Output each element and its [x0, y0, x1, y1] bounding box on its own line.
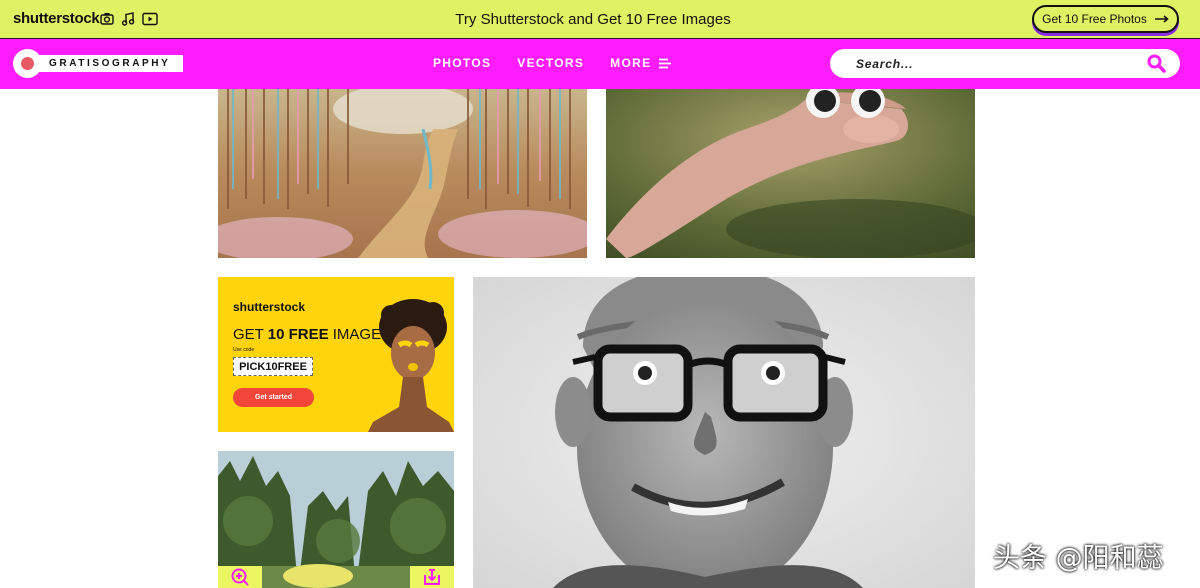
download-button[interactable] — [410, 566, 454, 588]
search-icon[interactable] — [1147, 54, 1166, 73]
logo-circle — [13, 49, 42, 78]
promo-bar: shutterstock Try Shutterstock and Get 10… — [0, 0, 1200, 39]
ad-use-code-label: Use code — [233, 347, 255, 353]
zoom-in-icon — [231, 568, 249, 586]
ad-headline-plain: GET — [233, 326, 268, 343]
download-icon — [424, 569, 440, 585]
nav-more-label: MORE — [610, 56, 652, 70]
photo-googly-eyes-hand[interactable] — [606, 89, 975, 258]
promo-message: Try Shutterstock and Get 10 Free Images — [455, 11, 731, 28]
search-box — [830, 49, 1180, 78]
search-input[interactable] — [854, 55, 1147, 72]
get-free-photos-label: Get 10 Free Photos — [1042, 12, 1147, 26]
main-nav: GRATISOGRAPHY PHOTOS VECTORS MORE — [0, 39, 1200, 89]
photo-man-portrait[interactable] — [473, 277, 975, 588]
ad-promo-code: PICK10FREE — [233, 357, 313, 376]
logo-dot — [21, 57, 34, 70]
nav-more[interactable]: MORE — [610, 56, 672, 70]
googly-eyes-hand-image — [606, 89, 975, 258]
shutterstock-ad[interactable]: shutterstock GET 10 FREE IMAGES Use code… — [218, 277, 454, 432]
ad-headline-bold: 10 FREE — [267, 326, 329, 343]
brand-name: GRATISOGRAPHY — [27, 55, 183, 72]
nav-photos[interactable]: PHOTOS — [433, 56, 491, 70]
zoom-button[interactable] — [218, 566, 262, 588]
get-free-photos-button[interactable]: Get 10 Free Photos — [1032, 5, 1179, 33]
ad-get-started-button[interactable]: Get started — [233, 388, 314, 407]
watermark: 头条 @阳和蕊 — [993, 543, 1164, 574]
ad-logo: shutterstock — [233, 300, 306, 314]
menu-lines-icon — [659, 58, 672, 68]
nav-vectors[interactable]: VECTORS — [517, 56, 584, 70]
painted-forest-image — [218, 89, 587, 258]
arrow-right-icon — [1154, 15, 1169, 23]
photo-trees-car[interactable] — [218, 451, 454, 588]
gratisography-logo[interactable]: GRATISOGRAPHY — [13, 49, 183, 78]
nav-links: PHOTOS VECTORS MORE — [433, 56, 672, 70]
man-portrait-image — [473, 277, 975, 588]
ad-model-image — [368, 299, 454, 432]
photo-painted-forest[interactable] — [218, 89, 587, 258]
